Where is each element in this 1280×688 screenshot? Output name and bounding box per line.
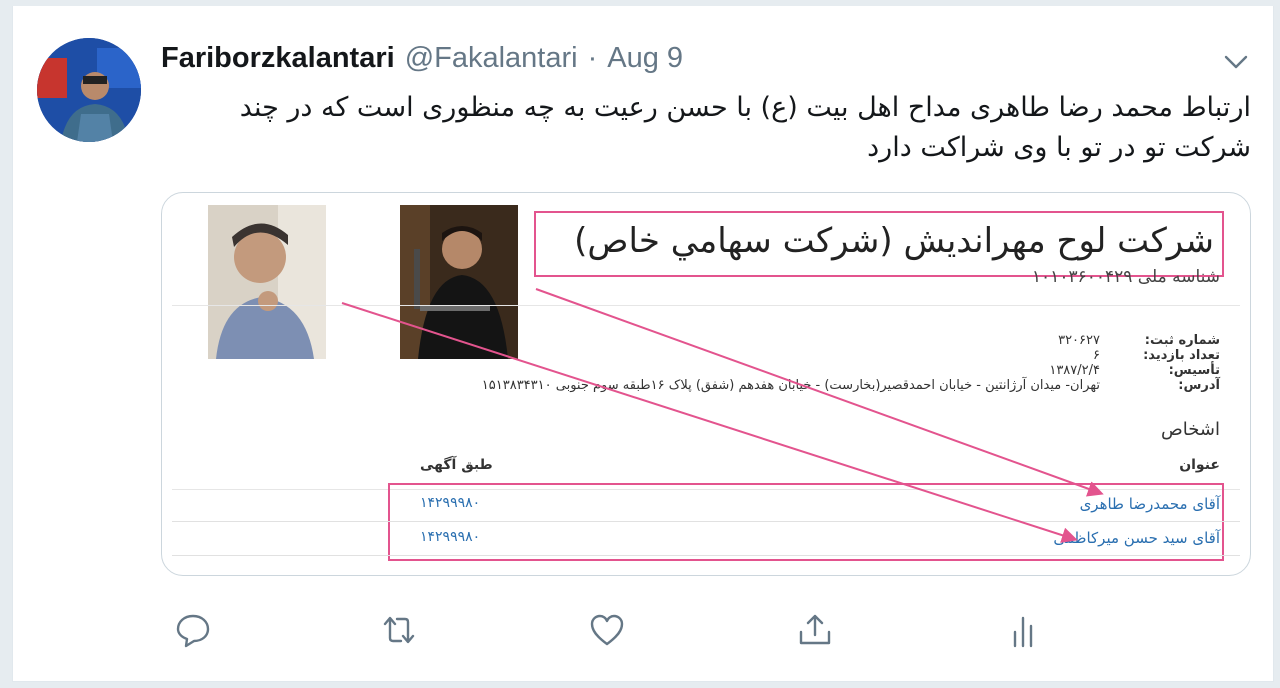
address-label: آدرس: bbox=[1178, 378, 1220, 393]
persons-heading: اشخاص bbox=[1161, 419, 1220, 440]
tweet: Fariborzkalantari @Fakalantari · Aug 9 ا… bbox=[12, 6, 1274, 682]
person-name-1[interactable]: آقای محمدرضا طاهری bbox=[1080, 495, 1220, 513]
separator-dot: · bbox=[587, 42, 598, 74]
founded-value: ۱۳۸۷/۲/۴ bbox=[1049, 363, 1100, 378]
visits-label: تعداد بازدید: bbox=[1143, 348, 1220, 363]
person-photo-2 bbox=[400, 205, 518, 359]
person-ref-2[interactable]: ۱۴۲۹۹۹۸۰ bbox=[420, 529, 480, 545]
tweet-date[interactable]: Aug 9 bbox=[607, 42, 683, 75]
tweet-header: Fariborzkalantari @Fakalantari · Aug 9 bbox=[161, 42, 683, 78]
person-photo-1 bbox=[208, 205, 326, 359]
reply-icon[interactable] bbox=[173, 610, 213, 650]
share-icon[interactable] bbox=[795, 610, 835, 650]
analytics-icon[interactable] bbox=[1003, 610, 1043, 650]
founded-label: تأسیس: bbox=[1168, 363, 1220, 378]
reg-number-label: شماره ثبت: bbox=[1144, 333, 1220, 348]
media-card[interactable]: شركت لوح مهرانديش (شركت سهامي خاص) شناسه… bbox=[161, 192, 1251, 576]
col-ref-header: طبق آگهی bbox=[420, 457, 493, 473]
author-handle[interactable]: @Fakalantari bbox=[405, 42, 578, 75]
divider bbox=[172, 305, 1240, 306]
company-name: شركت لوح مهرانديش (شركت سهامي خاص) bbox=[574, 221, 1214, 261]
person-name-2[interactable]: آقای سید حسن میرکاظمی bbox=[1053, 529, 1220, 547]
row-divider bbox=[172, 521, 1240, 522]
person-ref-1[interactable]: ۱۴۲۹۹۹۸۰ bbox=[420, 495, 480, 511]
avatar[interactable] bbox=[37, 38, 141, 142]
row-divider bbox=[172, 555, 1240, 556]
visits-value: ۶ bbox=[1093, 348, 1100, 363]
col-title-header: عنوان bbox=[1179, 457, 1220, 473]
reg-number-value: ۳۲۰۶۲۷ bbox=[1058, 333, 1100, 348]
retweet-icon[interactable] bbox=[379, 610, 419, 650]
author-name[interactable]: Fariborzkalantari bbox=[161, 42, 395, 75]
tweet-actions bbox=[161, 610, 1061, 654]
address-value: تهران- میدان آرژانتین - خیابان احمدقصیر(… bbox=[481, 378, 1100, 393]
like-icon[interactable] bbox=[587, 610, 627, 650]
tweet-text: ارتباط محمد رضا طاهری مداح اهل بیت (ع) ب… bbox=[239, 92, 1251, 163]
chevron-down-icon[interactable] bbox=[1223, 52, 1249, 72]
national-id: شناسه ملی ۱۰۱۰۳۶۰۰۴۲۹ bbox=[1031, 267, 1220, 287]
